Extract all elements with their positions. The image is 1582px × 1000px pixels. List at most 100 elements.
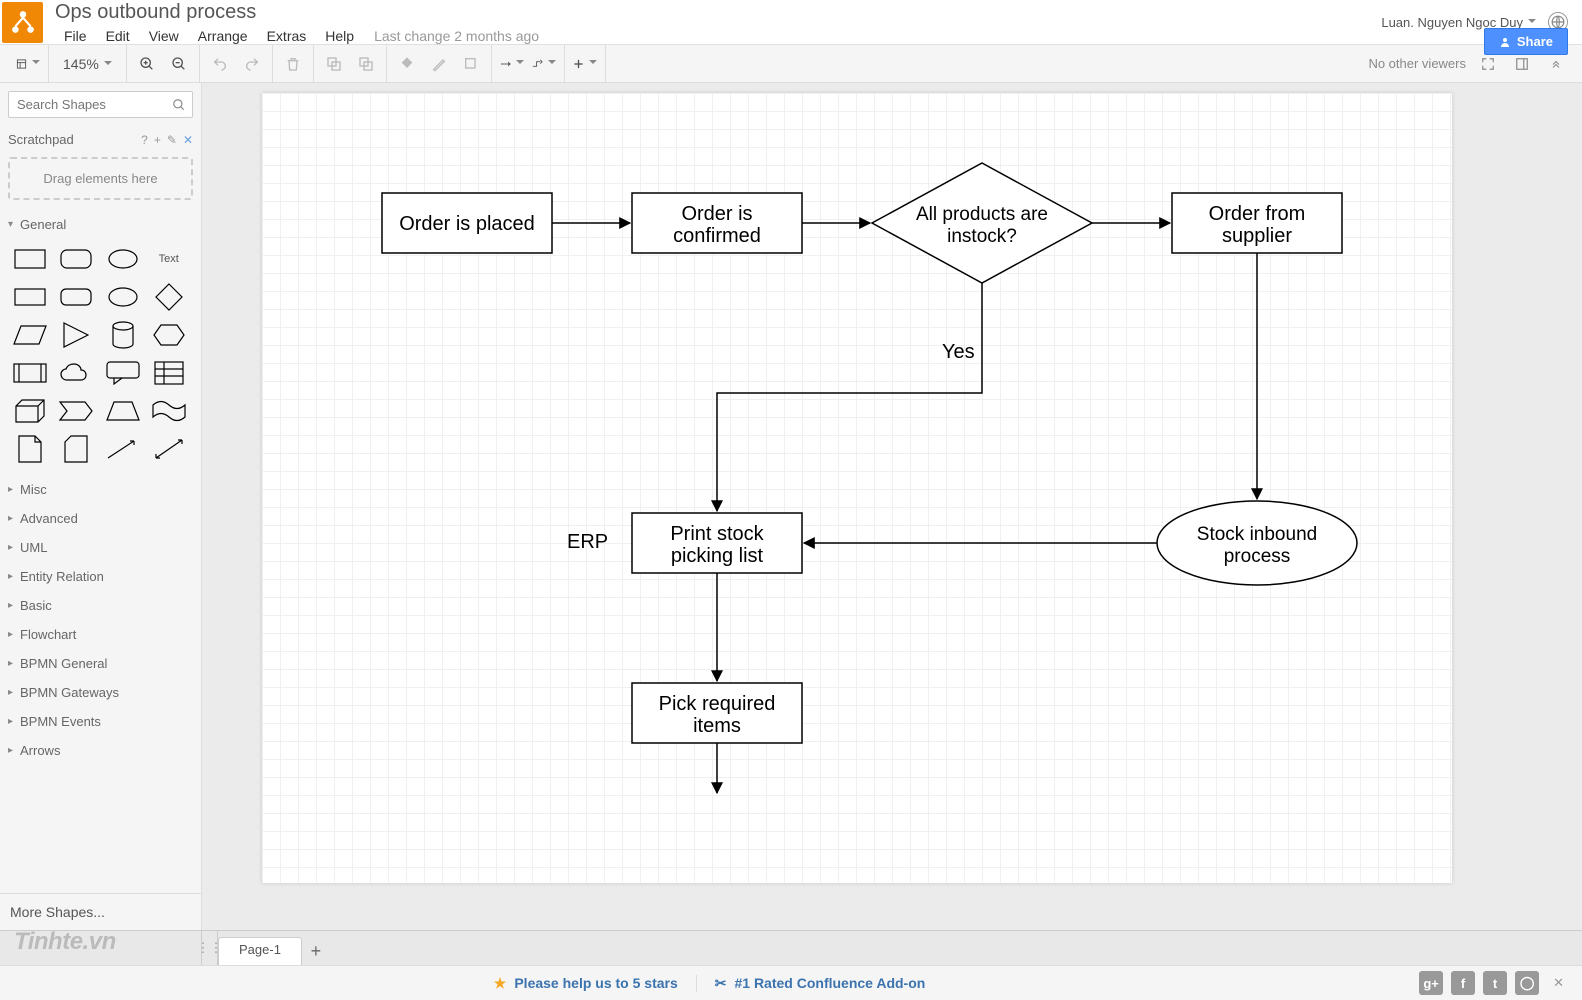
shape-triangle[interactable] — [58, 321, 94, 349]
viewers-label: No other viewers — [1368, 56, 1466, 71]
undo-button[interactable] — [208, 52, 232, 76]
category-entity[interactable]: Entity Relation — [0, 562, 201, 591]
fullscreen-icon[interactable] — [1476, 52, 1500, 76]
node-order-supplier[interactable]: Order fromsupplier — [1172, 193, 1342, 253]
footer-close-icon[interactable]: ✕ — [1547, 975, 1570, 991]
scratchpad-dropzone[interactable]: Drag elements here — [8, 157, 193, 200]
document-title[interactable]: Ops outbound process — [55, 0, 1381, 24]
last-change-label: Last change 2 months ago — [364, 26, 548, 46]
shape-step[interactable] — [58, 397, 94, 425]
shape-note[interactable] — [12, 435, 48, 463]
scissors-icon: ✂ — [715, 975, 727, 992]
category-arrows[interactable]: Arrows — [0, 736, 201, 765]
shape-card[interactable] — [58, 435, 94, 463]
format-panel-icon[interactable] — [1510, 52, 1534, 76]
category-uml[interactable]: UML — [0, 533, 201, 562]
node-print-picking[interactable]: Print stockpicking list — [632, 513, 802, 573]
scratchpad-edit-icon[interactable]: ✎ — [167, 133, 177, 147]
shape-trapezoid[interactable] — [105, 397, 141, 425]
zoom-out-button[interactable] — [167, 52, 191, 76]
category-bpmn-events[interactable]: BPMN Events — [0, 707, 201, 736]
zoom-in-button[interactable] — [135, 52, 159, 76]
scratchpad-help-icon[interactable]: ? — [141, 133, 148, 147]
shape-line-arrow[interactable] — [105, 435, 141, 463]
pages-bar: ⋮⋮ Page-1 + — [0, 930, 1582, 965]
facebook-icon[interactable]: f — [1451, 971, 1475, 995]
line-color-button[interactable] — [427, 52, 451, 76]
scratchpad-close-icon[interactable]: ✕ — [183, 133, 193, 147]
menu-arrange[interactable]: Arrange — [189, 26, 257, 46]
shape-callout[interactable] — [105, 359, 141, 387]
zoom-level[interactable]: 145% — [57, 56, 118, 72]
shape-cube[interactable] — [12, 397, 48, 425]
shape-text[interactable]: Text — [151, 245, 187, 273]
redo-button[interactable] — [240, 52, 264, 76]
pages-handle-icon[interactable]: ⋮⋮ — [202, 931, 218, 965]
category-advanced[interactable]: Advanced — [0, 504, 201, 533]
category-bpmn-general[interactable]: BPMN General — [0, 649, 201, 678]
app-logo[interactable] — [2, 2, 43, 43]
edge-yes[interactable] — [717, 283, 982, 511]
footer-rate[interactable]: ★ Please help us to 5 stars — [476, 975, 696, 992]
shape-bidir-arrow[interactable] — [151, 435, 187, 463]
general-shapes-grid: Text — [0, 239, 201, 475]
fill-color-button[interactable] — [395, 52, 419, 76]
shape-ellipse[interactable] — [105, 245, 141, 273]
page-tab-1[interactable]: Page-1 — [218, 937, 302, 965]
share-label: Share — [1517, 34, 1553, 49]
menu-help[interactable]: Help — [316, 26, 363, 46]
menu-edit[interactable]: Edit — [97, 26, 139, 46]
waypoint-button[interactable] — [532, 52, 556, 76]
footer-bar: ★ Please help us to 5 stars ✂ #1 Rated C… — [0, 965, 1582, 1000]
shape-parallelogram[interactable] — [12, 321, 48, 349]
delete-button[interactable] — [281, 52, 305, 76]
menu-bar: File Edit View Arrange Extras Help Last … — [55, 24, 1381, 46]
to-front-button[interactable] — [322, 52, 346, 76]
scratchpad-add-icon[interactable]: + — [154, 133, 161, 147]
node-instock-decision[interactable]: All products areinstock? — [872, 163, 1092, 283]
shape-rounded[interactable] — [58, 245, 94, 273]
shadow-button[interactable] — [459, 52, 483, 76]
shape-ellipse2[interactable] — [105, 283, 141, 311]
node-order-confirmed[interactable]: Order isconfirmed — [632, 193, 802, 253]
googleplus-icon[interactable]: g+ — [1419, 971, 1443, 995]
footer-rated[interactable]: ✂ #1 Rated Confluence Add-on — [696, 975, 944, 992]
more-shapes-button[interactable]: More Shapes... — [0, 893, 201, 930]
share-button[interactable]: Share — [1484, 28, 1568, 55]
collapse-icon[interactable] — [1544, 52, 1568, 76]
menu-extras[interactable]: Extras — [258, 26, 316, 46]
category-general[interactable]: General — [0, 210, 201, 239]
shape-table[interactable] — [151, 359, 187, 387]
canvas-area[interactable]: Order is placed Order isconfirmed All pr… — [202, 83, 1582, 930]
category-misc[interactable]: Misc — [0, 475, 201, 504]
search-shapes-input[interactable] — [8, 91, 193, 118]
shape-rect2[interactable] — [12, 283, 48, 311]
shape-cylinder[interactable] — [105, 321, 141, 349]
drawing-canvas[interactable]: Order is placed Order isconfirmed All pr… — [262, 93, 1452, 883]
shape-tape[interactable] — [151, 397, 187, 425]
label-yes: Yes — [942, 341, 975, 363]
menu-file[interactable]: File — [55, 26, 96, 46]
to-back-button[interactable] — [354, 52, 378, 76]
shape-rounded2[interactable] — [58, 283, 94, 311]
category-flowchart[interactable]: Flowchart — [0, 620, 201, 649]
scratchpad-title: Scratchpad — [8, 132, 141, 147]
shape-hexagon[interactable] — [151, 321, 187, 349]
page-layout-button[interactable] — [16, 52, 40, 76]
shape-cloud[interactable] — [58, 359, 94, 387]
shape-process[interactable] — [12, 359, 48, 387]
header-bar: Ops outbound process File Edit View Arra… — [0, 0, 1582, 45]
node-order-placed[interactable]: Order is placed — [382, 193, 552, 253]
category-bpmn-gateways[interactable]: BPMN Gateways — [0, 678, 201, 707]
add-page-button[interactable]: + — [302, 937, 330, 965]
insert-button[interactable] — [573, 52, 597, 76]
shape-diamond[interactable] — [151, 283, 187, 311]
menu-view[interactable]: View — [140, 26, 188, 46]
twitter-icon[interactable]: t — [1483, 971, 1507, 995]
shape-rectangle[interactable] — [12, 245, 48, 273]
node-stock-inbound[interactable]: Stock inboundprocess — [1157, 501, 1357, 585]
node-pick-items[interactable]: Pick requireditems — [632, 683, 802, 743]
github-icon[interactable]: ◯ — [1515, 971, 1539, 995]
connection-button[interactable] — [500, 52, 524, 76]
category-basic[interactable]: Basic — [0, 591, 201, 620]
